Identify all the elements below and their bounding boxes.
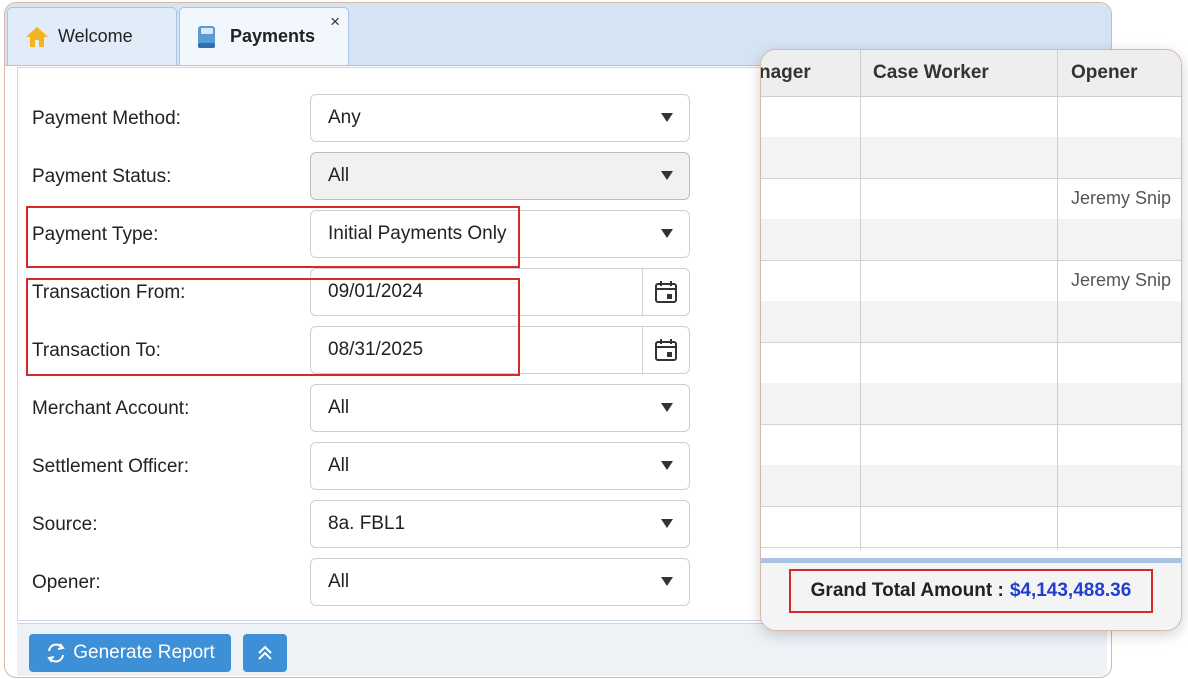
table-row[interactable] — [761, 465, 1181, 507]
tab-payments-label: Payments — [230, 26, 316, 46]
table-row[interactable] — [761, 137, 1181, 179]
tab-welcome-label: Welcome — [58, 26, 133, 46]
payment-type-highlight — [26, 206, 520, 268]
tab-welcome[interactable]: Welcome — [7, 7, 177, 65]
column-divider — [860, 50, 861, 550]
collapse-button[interactable] — [243, 634, 287, 672]
generate-report-button[interactable]: Generate Report — [29, 634, 231, 672]
chevron-down-icon — [661, 519, 673, 528]
double-chevron-up-icon — [258, 645, 272, 660]
payment-status-select[interactable]: All — [310, 152, 690, 200]
table-row[interactable] — [761, 342, 1181, 384]
opener-select[interactable]: All — [310, 558, 690, 606]
payment-method-select[interactable]: Any — [310, 94, 690, 142]
column-divider — [1057, 50, 1058, 550]
transaction-dates-highlight — [26, 278, 520, 376]
settlement-officer-select[interactable]: All — [310, 442, 690, 490]
grid-header: nager Case Worker Opener — [761, 50, 1181, 97]
table-row[interactable]: Jeremy Snip — [761, 260, 1181, 302]
column-header-case-worker[interactable]: Case Worker — [873, 50, 1053, 96]
payment-method-label: Payment Method: — [32, 108, 181, 129]
merchant-account-row: Merchant Account: All — [18, 384, 718, 446]
book-icon — [196, 24, 222, 50]
settlement-officer-label: Settlement Officer: — [32, 456, 189, 477]
table-row[interactable] — [761, 96, 1181, 138]
source-label: Source: — [32, 514, 98, 535]
source-value: 8a. FBL1 — [328, 513, 406, 534]
merchant-account-value: All — [328, 397, 350, 418]
chevron-down-icon — [661, 403, 673, 412]
chevron-down-icon — [661, 113, 673, 122]
source-select[interactable]: 8a. FBL1 — [310, 500, 690, 548]
opener-value: All — [328, 571, 350, 592]
settlement-officer-row: Settlement Officer: All — [18, 442, 718, 504]
chevron-down-icon — [661, 577, 673, 586]
tab-payments[interactable]: Payments × — [179, 7, 349, 65]
table-row[interactable]: Jeremy Snip — [761, 178, 1181, 220]
results-grid-panel: nager Case Worker Opener Jeremy Snip Jer… — [760, 49, 1182, 631]
opener-cell: Jeremy Snip — [1071, 188, 1172, 208]
grand-total: Grand Total Amount : $4,143,488.36 — [789, 569, 1153, 613]
payment-status-value: All — [328, 165, 350, 186]
table-row[interactable] — [761, 424, 1181, 466]
table-row[interactable] — [761, 506, 1181, 548]
opener-cell: Jeremy Snip — [1071, 270, 1172, 290]
calendar-icon[interactable] — [642, 327, 689, 373]
opener-label: Opener: — [32, 572, 101, 593]
grid-body: Jeremy Snip Jeremy Snip — [761, 96, 1181, 552]
grid-footer: Grand Total Amount : $4,143,488.36 — [761, 563, 1181, 630]
settlement-officer-value: All — [328, 455, 350, 476]
table-row[interactable] — [761, 301, 1181, 343]
chevron-down-icon — [661, 171, 673, 180]
payment-method-value: Any — [328, 107, 361, 128]
chevron-down-icon — [661, 461, 673, 470]
grand-total-value: $4,143,488.36 — [1009, 580, 1132, 601]
source-row: Source: 8a. FBL1 — [18, 500, 718, 562]
table-row[interactable] — [761, 219, 1181, 261]
refresh-icon — [47, 643, 65, 663]
home-icon — [24, 24, 50, 50]
close-icon[interactable]: × — [330, 12, 340, 32]
merchant-account-label: Merchant Account: — [32, 398, 190, 419]
generate-report-label: Generate Report — [73, 642, 215, 663]
opener-row: Opener: All — [18, 558, 718, 620]
column-header-manager[interactable]: nager — [761, 50, 855, 96]
calendar-icon[interactable] — [642, 269, 689, 315]
table-row[interactable] — [761, 383, 1181, 425]
column-header-opener[interactable]: Opener — [1071, 50, 1181, 96]
payment-status-label: Payment Status: — [32, 166, 172, 187]
grand-total-label: Grand Total Amount : — [810, 580, 1004, 601]
payment-method-row: Payment Method: Any — [18, 94, 718, 156]
chevron-down-icon — [661, 229, 673, 238]
merchant-account-select[interactable]: All — [310, 384, 690, 432]
